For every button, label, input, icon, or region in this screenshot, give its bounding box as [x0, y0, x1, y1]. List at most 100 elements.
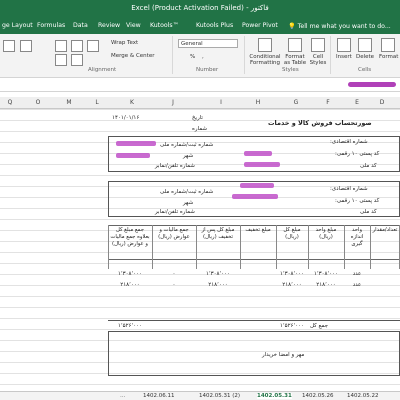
signature-frame	[108, 332, 400, 376]
column-header[interactable]: I	[211, 99, 231, 106]
seller-national-id-label: شماره ثبت/شماره ملی	[160, 142, 214, 148]
ribbon: Wrap Text Merge & Center Alignment Gener…	[0, 34, 400, 78]
group-styles-label: Styles	[282, 67, 299, 73]
sum-total-value: ۱٬۵۲۶٬۰۰۰	[117, 323, 143, 329]
align-center-icon[interactable]	[71, 40, 83, 52]
format-icon[interactable]	[381, 38, 395, 52]
redacted-text	[232, 194, 278, 199]
sheet-tabs-bar: … 1402.06.11 1402.05.31 (2) 1402.05.31 1…	[0, 391, 400, 400]
column-header[interactable]: K	[122, 99, 142, 106]
buyer-national-id-label: شماره ثبت/شماره ملی	[160, 189, 214, 195]
align-left-icon[interactable]	[55, 40, 67, 52]
header-discount: مبلغ تخفیف	[245, 227, 271, 233]
buyer-postal-code-label: کد پستی ۱۰ رقمی:	[335, 198, 380, 204]
insert-button[interactable]: Insert	[336, 54, 352, 60]
seller-postal-code-label: کد پستی ۱۰ رقمی:	[335, 151, 380, 157]
align-right-icon[interactable]	[87, 40, 99, 52]
items-table: جمع مبلغ کل بعلاوه جمع مالیات و عوارض (ر…	[108, 225, 400, 269]
row-gross: ۲۱۸٬۰۰۰	[282, 282, 302, 288]
tab-formulas[interactable]: Formulas	[37, 22, 65, 29]
column-header[interactable]: J	[163, 99, 183, 106]
column-header[interactable]: D	[372, 99, 392, 106]
comma-style-button[interactable]: ,	[202, 54, 204, 60]
title-bar: Excel (Product Activation Failed) - فاکت…	[0, 0, 400, 20]
tab-review[interactable]: Review	[98, 22, 120, 29]
column-header[interactable]: F	[318, 99, 338, 106]
sum-row	[108, 320, 400, 332]
header-unit: واحد اندازه گیری	[350, 227, 364, 247]
seller-economic-code-label: شماره اقتصادی:	[330, 139, 368, 145]
tab-kutools[interactable]: Kutools™	[150, 22, 179, 29]
sheet-tab-active[interactable]: 1402.05.31	[257, 393, 292, 399]
invoice-date-label: تاریخ	[192, 115, 203, 121]
row-tax: ۰	[172, 271, 176, 277]
redacted-text	[116, 141, 156, 146]
sheet-tab[interactable]: 1402.05.22	[347, 393, 379, 399]
tab-view[interactable]: View	[126, 22, 141, 29]
tell-me-search[interactable]: 💡 Tell me what you want to do...	[288, 22, 391, 30]
header-gross: مبلغ کل (ریال)	[283, 227, 301, 240]
tab-power-pivot[interactable]: Power Pivot	[242, 22, 278, 29]
sheet-tab[interactable]: 1402.05.26	[302, 393, 334, 399]
header-total: جمع مبلغ کل بعلاوه جمع مالیات و عوارض (ر…	[110, 227, 150, 247]
invoice-number-label: شماره	[192, 126, 208, 132]
sum-label: جمع کل	[310, 323, 329, 329]
merge-center-button[interactable]: Merge & Center	[111, 53, 154, 59]
cell-styles-button[interactable]: Cell Styles	[308, 54, 328, 66]
font-color-icon[interactable]	[3, 40, 15, 52]
number-format-dropdown[interactable]: General	[178, 39, 238, 48]
tab-data[interactable]: Data	[73, 22, 88, 29]
row-unit-price: ۲۱۸٬۰۰۰	[316, 282, 336, 288]
tab-page-layout[interactable]: ge Layout	[2, 22, 33, 29]
buyer-phone-label: شماره تلفن/نمابر	[155, 209, 195, 215]
invoice-sheet: ۱۴۰۱/۰۱/۱۶ تاریخ شماره صورتحساب فروش کال…	[0, 109, 400, 391]
tab-kutools-plus[interactable]: Kutools Plus	[196, 22, 233, 29]
redacted-formula-content	[348, 82, 396, 87]
divider	[172, 36, 173, 74]
column-header[interactable]: O	[28, 99, 48, 106]
indent-decrease-icon[interactable]	[55, 54, 67, 66]
redacted-text	[116, 153, 150, 158]
divider	[244, 36, 245, 74]
conditional-formatting-icon[interactable]	[258, 38, 272, 52]
row-gross: ۱٬۳۰۸٬۰۰۰	[279, 271, 305, 277]
invoice-title: صورتحساب فروش کالا و خدمات	[268, 119, 372, 127]
format-as-table-button[interactable]: Format as Table	[282, 54, 308, 66]
sheet-tab[interactable]: 1402.05.31 (2)	[199, 393, 240, 399]
column-header-row: Q O M L K J I H G F E D	[0, 97, 400, 109]
insert-icon[interactable]	[337, 38, 351, 52]
format-button[interactable]: Format	[379, 54, 398, 60]
percent-style-button[interactable]: %	[190, 54, 195, 60]
more-sheets-icon[interactable]: …	[120, 393, 126, 399]
indent-increase-icon[interactable]	[71, 54, 83, 66]
row-unit: عدد	[352, 282, 362, 288]
format-as-table-icon[interactable]	[288, 38, 302, 52]
ribbon-tabs: ge Layout Formulas Data Review View Kuto…	[0, 20, 400, 34]
row-tax: ۰	[172, 282, 176, 288]
column-header[interactable]: Q	[0, 99, 20, 106]
formula-bar[interactable]	[0, 78, 400, 92]
column-header[interactable]: H	[248, 99, 268, 106]
fill-color-icon[interactable]	[20, 40, 32, 52]
header-after-discount: مبلغ کل پس از تخفیف (ریال)	[201, 227, 235, 240]
wrap-text-button[interactable]: Wrap Text	[111, 40, 138, 46]
sheet-tab[interactable]: 1402.06.11	[143, 393, 175, 399]
column-header[interactable]: L	[87, 99, 107, 106]
column-header[interactable]: E	[347, 99, 367, 106]
redacted-text	[240, 183, 274, 188]
header-unit-price: مبلغ واحد (ریال)	[315, 227, 337, 240]
conditional-formatting-button[interactable]: Conditional Formatting	[248, 54, 282, 66]
row-total: ۱٬۳۰۸٬۰۰۰	[117, 271, 143, 277]
row-after-discount: ۱٬۳۰۸٬۰۰۰	[205, 271, 231, 277]
delete-button[interactable]: Delete	[356, 54, 374, 60]
divider	[330, 36, 331, 74]
seller-phone-label: شماره تلفن/نمابر	[155, 163, 195, 169]
invoice-date-value: ۱۴۰۱/۰۱/۱۶	[112, 115, 140, 121]
column-header[interactable]: M	[59, 99, 79, 106]
window-title: Excel (Product Activation Failed) - فاکت…	[131, 4, 269, 12]
cell-styles-icon[interactable]	[311, 38, 325, 52]
group-cells-label: Cells	[358, 67, 372, 73]
column-header[interactable]: G	[286, 99, 306, 106]
delete-icon[interactable]	[358, 38, 372, 52]
row-after-discount: ۲۱۸٬۰۰۰	[208, 282, 228, 288]
